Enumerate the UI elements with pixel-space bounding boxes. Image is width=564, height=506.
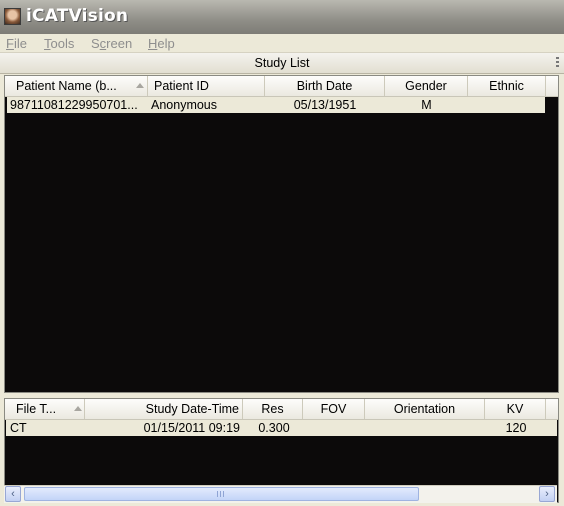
column-header-patient-id[interactable]: Patient ID xyxy=(148,76,265,96)
cell-gender: M xyxy=(421,98,432,112)
panel-grip-icon[interactable] xyxy=(556,57,559,67)
column-header-gender[interactable]: Gender xyxy=(385,76,468,96)
cell-ethnic xyxy=(468,97,545,113)
column-header-label: Ethnic xyxy=(489,79,524,93)
menu-bar: File Tools Screen Help xyxy=(0,34,564,53)
study-list-title: Study List xyxy=(254,56,310,70)
chevron-right-icon: › xyxy=(545,488,549,500)
menu-tools[interactable]: Tools xyxy=(44,36,74,51)
column-header-label: FOV xyxy=(320,402,347,416)
column-header-kv[interactable]: KV xyxy=(485,399,546,419)
study-list-table[interactable]: Patient Name (b... Patient ID Birth Date… xyxy=(4,75,559,393)
column-header-label: Orientation xyxy=(393,402,456,416)
table-row[interactable]: 98711081229950701... Anonymous 05/13/195… xyxy=(7,97,545,113)
cell-study-date-time: 01/15/2011 09:19 xyxy=(143,421,240,435)
sort-ascending-icon xyxy=(136,83,144,88)
scroll-right-button[interactable]: › xyxy=(539,486,555,502)
column-header-label: KV xyxy=(506,402,524,416)
column-header-study-date-time[interactable]: Study Date-Time xyxy=(85,399,243,419)
column-header-label: File T... xyxy=(16,402,57,416)
study-list-header-row: Patient Name (b... Patient ID Birth Date… xyxy=(5,76,558,97)
cell-patient-id: Anonymous xyxy=(151,98,218,112)
scrollbar-thumb[interactable] xyxy=(24,487,419,501)
column-header-label: Patient ID xyxy=(154,79,209,93)
column-header-res[interactable]: Res xyxy=(243,399,303,419)
horizontal-scrollbar[interactable]: ‹ › xyxy=(4,485,557,503)
column-header-label: Res xyxy=(261,402,284,416)
column-header-label: Gender xyxy=(405,79,447,93)
menu-screen[interactable]: Screen xyxy=(91,36,132,51)
cell-patient-name: 98711081229950701... xyxy=(10,98,138,112)
column-header-patient-name[interactable]: Patient Name (b... xyxy=(5,76,148,96)
app-window: iCATVision File Tools Screen Help Study … xyxy=(0,0,564,506)
study-list-header: Study List xyxy=(0,53,564,74)
column-header-file-type[interactable]: File T... xyxy=(5,399,85,419)
cell-kv: 120 xyxy=(505,421,527,435)
cell-file-type: CT xyxy=(10,421,27,435)
cell-fov xyxy=(304,420,366,436)
sort-ascending-icon xyxy=(74,406,82,411)
column-header-label: Patient Name (b... xyxy=(16,79,117,93)
column-header-birth-date[interactable]: Birth Date xyxy=(265,76,385,96)
window-title: iCATVision xyxy=(26,6,129,26)
cell-res: 0.300 xyxy=(258,421,290,435)
column-header-label: Birth Date xyxy=(296,79,353,93)
column-header-ethnic[interactable]: Ethnic xyxy=(468,76,546,96)
cell-orientation xyxy=(366,420,486,436)
file-list-header-row: File T... Study Date-Time Res FOV Orient… xyxy=(5,399,558,420)
column-header-label: Study Date-Time xyxy=(145,402,239,416)
grip-icon xyxy=(217,491,226,497)
title-bar[interactable]: iCATVision xyxy=(0,0,564,35)
table-row[interactable]: CT 01/15/2011 09:19 0.300 120 xyxy=(6,420,557,436)
app-icon[interactable] xyxy=(4,8,21,25)
chevron-left-icon: ‹ xyxy=(11,488,15,500)
column-header-fov[interactable]: FOV xyxy=(303,399,365,419)
scroll-left-button[interactable]: ‹ xyxy=(5,486,21,502)
cell-birth-date: 05/13/1951 xyxy=(293,98,357,112)
column-header-orientation[interactable]: Orientation xyxy=(365,399,485,419)
menu-help[interactable]: Help xyxy=(148,36,175,51)
menu-file[interactable]: File xyxy=(6,36,27,51)
